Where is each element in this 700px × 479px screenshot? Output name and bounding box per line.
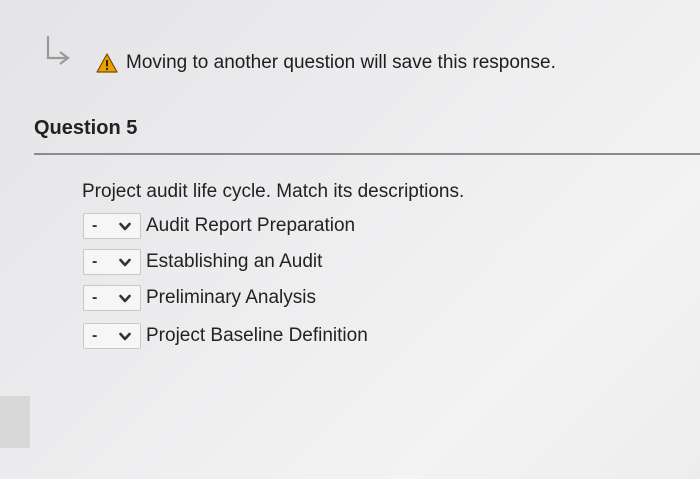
select-value: - <box>92 253 98 270</box>
question-header: Question 5 <box>34 115 700 155</box>
match-label: Establishing an Audit <box>146 251 323 272</box>
question-title: Question 5 <box>34 117 138 139</box>
save-warning: Moving to another question will save thi… <box>96 52 556 74</box>
warning-icon <box>96 53 118 73</box>
match-label: Preliminary Analysis <box>146 287 316 308</box>
match-label: Audit Report Preparation <box>146 215 356 236</box>
match-select[interactable]: - <box>83 323 141 349</box>
match-row: - Audit Report Preparation <box>83 213 355 239</box>
match-select[interactable]: - <box>83 285 141 311</box>
select-value: - <box>92 217 98 234</box>
match-row: - Project Baseline Definition <box>83 323 368 349</box>
match-label: Project Baseline Definition <box>146 325 368 346</box>
select-value: - <box>92 289 98 306</box>
return-arrow-icon <box>46 36 70 65</box>
match-select[interactable]: - <box>83 249 141 275</box>
chevron-down-icon <box>119 332 131 340</box>
match-row: - Establishing an Audit <box>83 249 322 275</box>
match-select[interactable]: - <box>83 213 141 239</box>
question-prompt: Project audit life cycle. Match its desc… <box>82 181 465 202</box>
side-panel-edge <box>0 396 30 448</box>
select-value: - <box>92 327 98 344</box>
chevron-down-icon <box>119 222 131 230</box>
chevron-down-icon <box>119 294 131 302</box>
warning-text: Moving to another question will save thi… <box>126 52 556 73</box>
chevron-down-icon <box>119 258 131 266</box>
match-row: - Preliminary Analysis <box>83 285 316 311</box>
